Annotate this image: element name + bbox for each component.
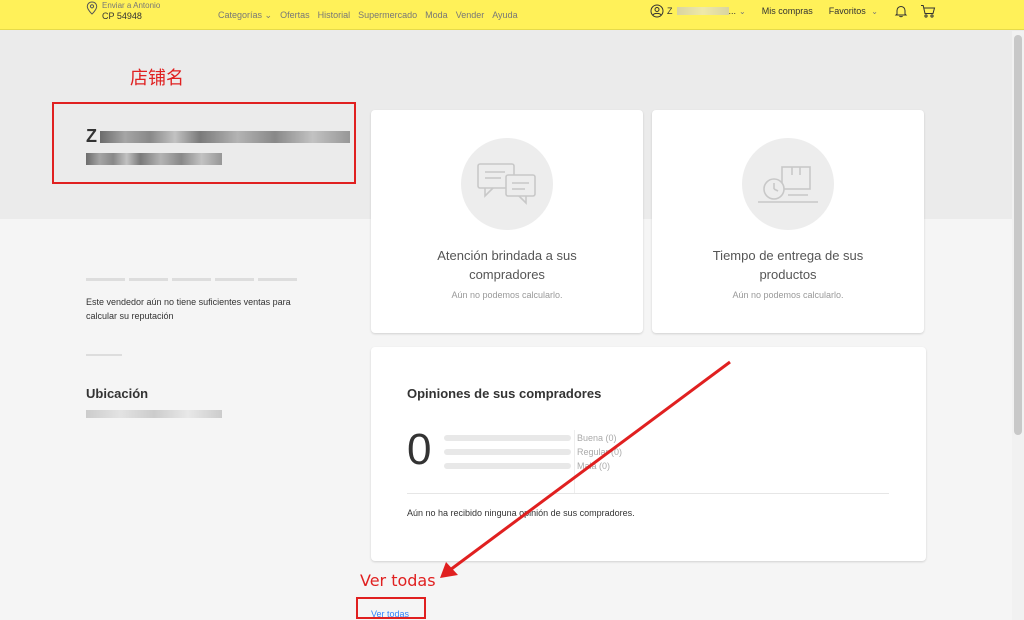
annotation-store-name-label: 店铺名	[130, 68, 184, 89]
cart-icon[interactable]	[920, 4, 936, 18]
annotation-store-name-box	[52, 102, 356, 184]
user-name-suffix: ...	[728, 6, 737, 16]
top-navbar: Enviar a Antonio CP 54948 Categorías ⌄ O…	[0, 0, 1024, 30]
reputation-message: Este vendedor aún no tiene suficientes v…	[86, 297, 291, 321]
shipping-location[interactable]: Enviar a Antonio CP 54948	[86, 0, 160, 21]
chevron-down-icon: ⌄	[871, 7, 878, 16]
metric-subtitle-attention: Aún no podemos calcularlo.	[451, 290, 563, 300]
scrollbar[interactable]	[1012, 31, 1024, 620]
user-avatar-icon	[650, 4, 664, 18]
reputation-level-1	[86, 278, 125, 281]
annotation-ver-todas-label: Ver todas	[360, 571, 436, 590]
nav-fashion[interactable]: Moda	[425, 10, 448, 21]
reputation-level-3	[172, 278, 211, 281]
rating-bar-good	[444, 435, 571, 441]
reputation-level-5	[258, 278, 297, 281]
opinions-divider-vertical	[574, 430, 575, 493]
favorites-label: Favoritos	[828, 6, 866, 16]
rating-label-bad: Mala (0)	[577, 461, 611, 471]
nav-supermarket[interactable]: Supermercado	[358, 10, 417, 21]
reputation-level-4	[215, 278, 254, 281]
user-name-initial: Z	[667, 6, 673, 16]
reputation-thermometer	[86, 278, 297, 281]
scrollbar-thumb[interactable]	[1014, 35, 1022, 435]
nav-categories[interactable]: Categorías ⌄	[218, 10, 272, 21]
user-menu[interactable]: Z ... ⌄	[650, 4, 746, 18]
chevron-down-icon: ⌄	[739, 6, 746, 16]
opinions-count: 0	[407, 425, 432, 474]
rating-row-regular: Regular (0)	[444, 445, 622, 459]
reputation-level-2	[129, 278, 168, 281]
delivery-truck-icon	[742, 138, 834, 230]
opinions-card: Opiniones de sus compradores 0 Buena (0)…	[371, 347, 926, 561]
annotation-ver-todas-box	[356, 597, 426, 619]
section-divider	[86, 354, 122, 356]
location-redacted	[86, 410, 222, 418]
user-name-redacted	[676, 7, 729, 15]
my-purchases-link[interactable]: Mis compras	[762, 6, 813, 16]
opinions-title: Opiniones de sus compradores	[407, 386, 602, 401]
rating-row-bad: Mala (0)	[444, 459, 622, 473]
bell-icon[interactable]	[894, 4, 908, 18]
nav-sell[interactable]: Vender	[456, 10, 485, 21]
favorites-menu[interactable]: Favoritos ⌄	[829, 6, 878, 16]
main-nav: Categorías ⌄ Ofertas Historial Supermerc…	[218, 10, 518, 21]
nav-history[interactable]: Historial	[318, 10, 351, 21]
shipping-postal-code: CP 54948	[102, 11, 142, 21]
rating-bar-regular	[444, 449, 571, 455]
chevron-down-icon: ⌄	[264, 10, 273, 20]
chat-bubbles-icon	[461, 138, 553, 230]
shipping-recipient: Enviar a Antonio	[102, 1, 161, 10]
location-title: Ubicación	[86, 386, 149, 401]
user-nav: Z ... ⌄ Mis compras Favoritos ⌄	[650, 4, 936, 18]
nav-offers[interactable]: Ofertas	[280, 10, 310, 21]
metric-card-delivery: Tiempo de entrega de sus productos Aún n…	[652, 110, 924, 333]
rating-label-regular: Regular (0)	[577, 447, 623, 457]
rating-row-good: Buena (0)	[444, 431, 622, 445]
rating-bar-bad	[444, 463, 571, 469]
rating-breakdown: Buena (0) Regular (0) Mala (0)	[444, 431, 622, 473]
nav-help[interactable]: Ayuda	[492, 10, 517, 21]
metric-title-delivery: Tiempo de entrega de sus productos	[712, 248, 864, 282]
nav-categories-label: Categorías	[218, 10, 263, 20]
location-pin-icon	[86, 1, 98, 15]
opinions-divider	[407, 493, 889, 494]
metric-title-attention: Atención brindada a sus compradores	[437, 248, 577, 282]
opinions-empty-message: Aún no ha recibido ninguna opinión de su…	[407, 508, 635, 518]
metric-card-attention: Atención brindada a sus compradores Aún …	[371, 110, 643, 333]
rating-label-good: Buena (0)	[577, 433, 617, 443]
metric-subtitle-delivery: Aún no podemos calcularlo.	[732, 290, 844, 300]
